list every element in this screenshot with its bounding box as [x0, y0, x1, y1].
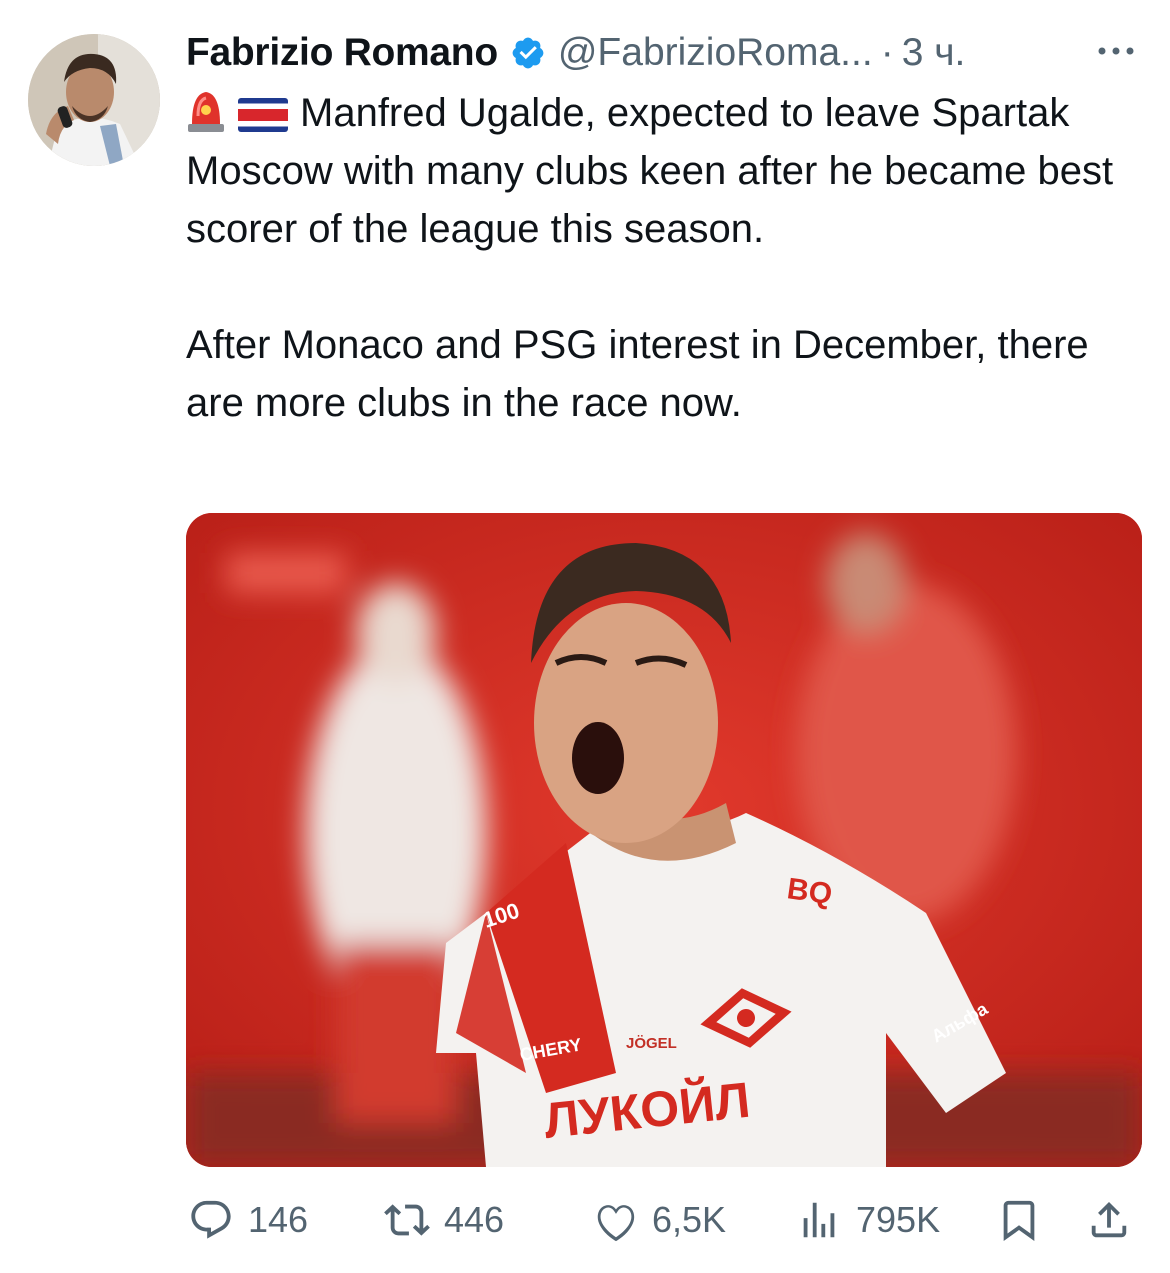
like-count: 6,5K [652, 1199, 727, 1240]
reply-icon [191, 1200, 231, 1239]
retweet-icon [384, 1204, 430, 1236]
share-button[interactable] [1086, 1192, 1132, 1248]
tweet-paragraph-2: After Monaco and PSG interest in Decembe… [186, 323, 1089, 425]
bookmark-icon [1003, 1200, 1035, 1241]
like-button[interactable]: 6,5K [592, 1192, 726, 1248]
retweet-button[interactable]: 446 [384, 1192, 504, 1248]
shirt-badge-text: BQ [785, 872, 834, 911]
author-handle[interactable]: @FabrizioRoma... [558, 31, 873, 75]
siren-emoji [188, 92, 224, 132]
tweet-header: Fabrizio Romano @FabrizioRoma... · 3 ч. [186, 28, 1150, 78]
shirt-maker-text: JÖGEL [626, 1035, 677, 1052]
action-bar: 146 446 6,5K 795K [186, 1192, 1146, 1252]
bookmark-button[interactable] [996, 1192, 1042, 1248]
retweet-count: 446 [444, 1199, 505, 1240]
share-icon [1091, 1201, 1127, 1238]
more-options-icon[interactable] [1094, 36, 1138, 66]
reply-count: 146 [248, 1199, 309, 1240]
separator: · [880, 31, 894, 74]
tweet[interactable]: Fabrizio Romano @FabrizioRoma... · 3 ч. [0, 0, 1170, 1273]
verified-badge-icon [512, 37, 544, 69]
avatar[interactable] [28, 34, 160, 166]
views-button[interactable]: 795K [796, 1192, 940, 1248]
tweet-paragraph-1: Manfred Ugalde, expected to leave Sparta… [186, 91, 1114, 251]
tweet-media-image[interactable]: BQ CHERY JÖGEL 100 Альфа ЛУКОЙЛ [186, 513, 1142, 1167]
views-count: 795K [856, 1199, 941, 1240]
author-name[interactable]: Fabrizio Romano [186, 31, 498, 75]
reply-button[interactable]: 146 [188, 1192, 308, 1248]
views-chart-icon [803, 1202, 835, 1238]
tweet-text: Manfred Ugalde, expected to leave Sparta… [186, 84, 1146, 432]
heart-icon [597, 1205, 635, 1242]
costa-rica-flag-emoji [238, 98, 288, 132]
timestamp[interactable]: 3 ч. [902, 31, 966, 75]
